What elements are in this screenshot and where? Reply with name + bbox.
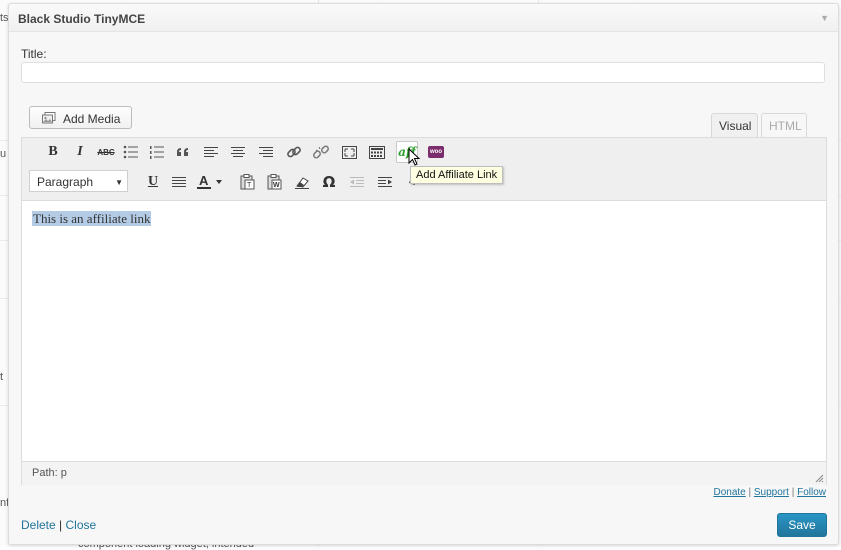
format-select-value: Paragraph bbox=[37, 175, 94, 189]
follow-link[interactable]: Follow bbox=[797, 487, 826, 498]
paste-text-icon[interactable]: T bbox=[236, 171, 258, 193]
strikethrough-icon[interactable]: ABC bbox=[95, 141, 117, 163]
link-separator: | bbox=[791, 487, 795, 498]
save-button[interactable]: Save bbox=[777, 513, 827, 537]
woo-glyph: woo bbox=[428, 146, 444, 158]
bullet-list-icon[interactable] bbox=[120, 141, 142, 163]
editor-statusbar: Path: p bbox=[22, 461, 826, 485]
bold-glyph: B bbox=[48, 144, 58, 159]
collapse-toggle-icon[interactable]: ▼ bbox=[820, 13, 829, 23]
add-media-button[interactable]: Add Media bbox=[29, 106, 132, 129]
paste-word-icon[interactable]: W bbox=[263, 171, 285, 193]
link-separator: | bbox=[748, 487, 752, 498]
italic-glyph: I bbox=[77, 144, 83, 159]
unlink-icon[interactable] bbox=[310, 141, 332, 163]
omega-glyph: Ω bbox=[322, 173, 336, 191]
numbered-list-icon[interactable] bbox=[146, 141, 168, 163]
action-separator: | bbox=[59, 518, 63, 532]
bold-icon[interactable]: B bbox=[42, 141, 64, 163]
tab-html[interactable]: HTML bbox=[761, 113, 807, 138]
delete-link[interactable]: Delete bbox=[21, 518, 56, 532]
blockquote-icon[interactable] bbox=[172, 141, 194, 163]
editor-content[interactable]: This is an affiliate link bbox=[32, 211, 152, 227]
svg-text:W: W bbox=[273, 182, 280, 189]
fullscreen-icon[interactable] bbox=[338, 141, 360, 163]
title-field[interactable] bbox=[21, 62, 825, 83]
add-media-label: Add Media bbox=[63, 112, 121, 126]
background-text: u bbox=[0, 148, 7, 160]
editor: B I ABC aff woo Paragraph ▼ U A T W Ω Th… bbox=[21, 137, 827, 485]
donate-link[interactable]: Donate bbox=[713, 487, 745, 498]
format-select[interactable]: Paragraph ▼ bbox=[29, 170, 128, 192]
indent-icon[interactable] bbox=[374, 171, 396, 193]
chevron-down-icon: ▼ bbox=[115, 178, 123, 187]
support-link[interactable]: Support bbox=[754, 487, 789, 498]
widget-header[interactable]: Black Studio TinyMCE ▼ bbox=[9, 4, 838, 32]
woo-icon[interactable]: woo bbox=[425, 141, 447, 163]
svg-text:T: T bbox=[247, 182, 252, 189]
background-text: t bbox=[0, 371, 4, 383]
align-center-icon[interactable] bbox=[227, 141, 249, 163]
tab-visual[interactable]: Visual bbox=[711, 113, 758, 138]
align-left-icon[interactable] bbox=[200, 141, 222, 163]
widget-title: Black Studio TinyMCE bbox=[18, 12, 146, 26]
widget-panel: Black Studio TinyMCE ▼ Title: Add Media … bbox=[8, 3, 839, 545]
media-icon bbox=[42, 112, 56, 124]
clear-format-icon[interactable] bbox=[291, 171, 313, 193]
title-field-label: Title: bbox=[21, 47, 47, 61]
affiliate-tooltip: Add Affiliate Link bbox=[410, 166, 504, 184]
close-link[interactable]: Close bbox=[66, 518, 97, 532]
underline-icon[interactable]: U bbox=[142, 171, 164, 193]
outdent-icon[interactable] bbox=[346, 171, 368, 193]
widget-control-actions: Delete | Close bbox=[21, 518, 96, 532]
align-right-icon[interactable] bbox=[255, 141, 277, 163]
mouse-cursor-icon bbox=[408, 148, 421, 166]
italic-icon[interactable]: I bbox=[69, 141, 91, 163]
resize-handle-icon[interactable] bbox=[814, 473, 824, 483]
footer-links: Donate | Support | Follow bbox=[713, 487, 826, 498]
strike-glyph: ABC bbox=[97, 147, 115, 157]
underline-glyph: U bbox=[147, 174, 159, 189]
svg-text:A: A bbox=[199, 174, 209, 188]
special-char-icon[interactable]: Ω bbox=[318, 171, 340, 193]
selected-text[interactable]: This is an affiliate link bbox=[32, 211, 152, 226]
text-color-icon[interactable]: A bbox=[194, 171, 228, 193]
kitchen-sink-icon[interactable] bbox=[366, 141, 388, 163]
path-label: Path: p bbox=[32, 467, 67, 479]
link-icon[interactable] bbox=[283, 141, 305, 163]
justify-icon[interactable] bbox=[168, 171, 190, 193]
